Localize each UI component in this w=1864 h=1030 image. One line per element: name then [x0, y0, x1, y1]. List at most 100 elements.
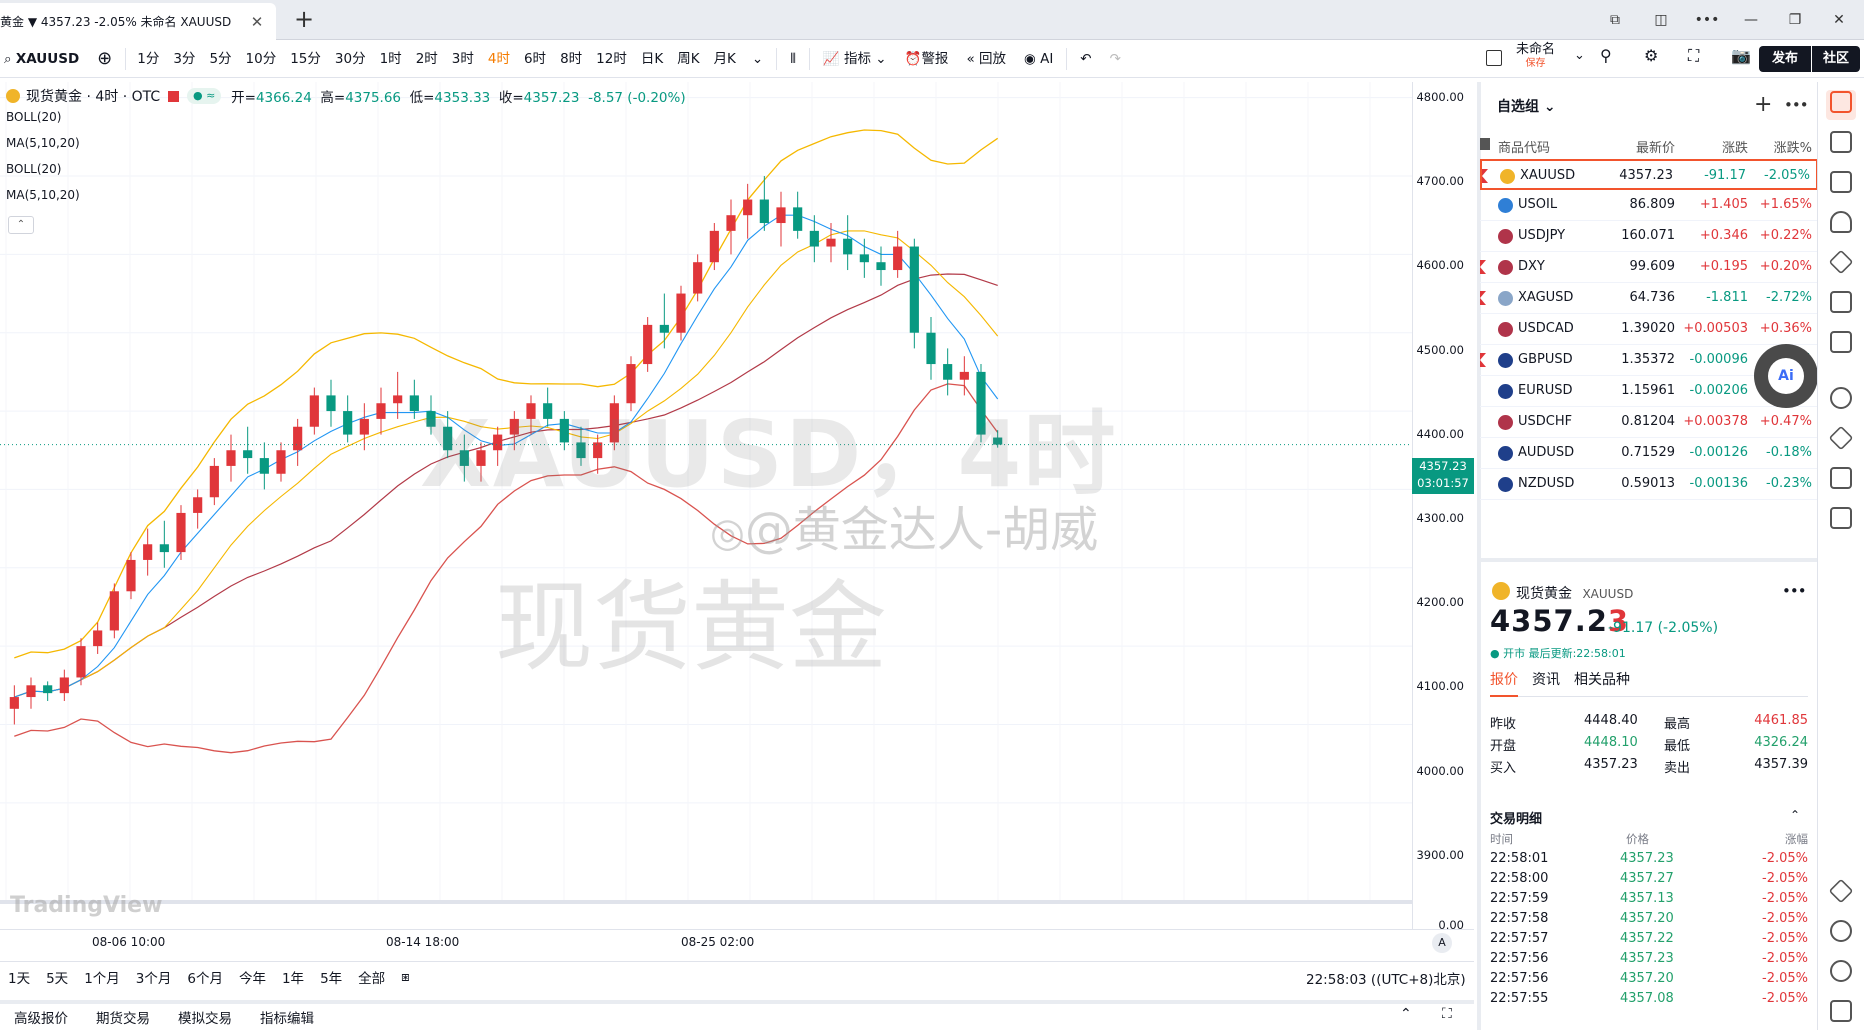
interval-button[interactable]: 5分 — [202, 40, 238, 78]
tab-news[interactable]: 资讯 — [1532, 669, 1560, 696]
screenshot-window-icon[interactable]: ⧉ — [1600, 8, 1630, 32]
range-button[interactable]: 全部 — [350, 967, 393, 987]
watchlist-row[interactable]: USDCHF 0.81204 +0.00378 +0.47% — [1480, 407, 1818, 438]
col-change[interactable]: 涨跌 — [1722, 137, 1748, 156]
col-symbol[interactable]: 商品代码 — [1498, 137, 1550, 156]
watchlist-side-icon[interactable] — [1830, 91, 1852, 113]
interval-button[interactable]: 周K — [670, 40, 706, 78]
flag-icon[interactable] — [1480, 353, 1486, 367]
ai-button[interactable]: ◉ AI — [1015, 40, 1062, 78]
col-last[interactable]: 最新价 — [1636, 137, 1675, 156]
price-axis[interactable]: 4800.00 4700.00 4600.00 4500.00 4400.00 4300.… — [1412, 82, 1474, 932]
watchlist-row[interactable]: NZDUSD 0.59013 -0.00136 -0.23% — [1480, 469, 1818, 500]
timezone-clock[interactable]: 22:58:03 ((UTC+8)北京) — [1306, 968, 1466, 988]
undo-icon[interactable]: ↶ — [1071, 40, 1100, 78]
grid-icon[interactable] — [1830, 467, 1852, 489]
interval-button[interactable]: 30分 — [328, 40, 373, 78]
add-symbol-icon[interactable]: + — [1754, 92, 1772, 117]
publish-button[interactable]: 发布 — [1759, 46, 1811, 72]
interval-dropdown-icon[interactable]: ⌄ — [743, 40, 772, 78]
interval-button[interactable]: 3时 — [445, 40, 481, 78]
flag-icon[interactable] — [1480, 291, 1486, 305]
col-change-pct[interactable]: 涨跌% — [1774, 137, 1812, 156]
goto-date-icon[interactable]: ⧆ — [393, 969, 418, 985]
compare-plus-icon[interactable]: ⊕ — [88, 40, 121, 78]
watchlist-row[interactable]: DXY 99.609 +0.195 +0.20% — [1480, 252, 1818, 283]
interval-button[interactable]: 3分 — [166, 40, 202, 78]
watchlist-row[interactable]: USDCAD 1.39020 +0.00503 +0.36% — [1480, 314, 1818, 345]
interval-button[interactable]: 6时 — [517, 40, 553, 78]
redo-icon[interactable]: ↷ — [1101, 40, 1130, 78]
tab-quote[interactable]: 报价 — [1490, 669, 1518, 697]
watchlist-title[interactable]: 自选组 ⌄ — [1497, 96, 1556, 116]
indicator-label[interactable]: MA(5,10,20) — [6, 136, 80, 150]
watchlist-row[interactable]: USOIL 86.809 +1.405 +1.65% — [1480, 190, 1818, 221]
interval-button[interactable]: 15分 — [283, 40, 328, 78]
more-window-icon[interactable]: ••• — [1692, 8, 1722, 32]
tree-icon[interactable] — [1830, 507, 1852, 529]
detail-more-icon[interactable]: ••• — [1782, 582, 1807, 600]
alerts-bell-icon[interactable] — [1830, 211, 1852, 233]
range-button[interactable]: 1年 — [274, 967, 312, 987]
bottom-tab-futures[interactable]: 期货交易 — [82, 1007, 164, 1027]
layout-window-icon[interactable]: ◫ — [1646, 8, 1676, 32]
range-button[interactable]: 5天 — [38, 967, 76, 987]
camera-icon[interactable]: 📷 — [1731, 46, 1751, 65]
chat-icon[interactable] — [1830, 331, 1852, 353]
range-button[interactable]: 5年 — [312, 967, 350, 987]
inbox-icon[interactable] — [1830, 1000, 1852, 1022]
settings-gear-icon[interactable]: ⚙ — [1644, 46, 1658, 65]
help-icon[interactable] — [1830, 960, 1852, 982]
layout-dropdown-icon[interactable]: ⌄ — [1574, 48, 1585, 63]
interval-button[interactable]: 2时 — [409, 40, 445, 78]
quick-search-icon[interactable]: ⚲ — [1600, 46, 1612, 65]
indicators-button[interactable]: 📈 指标 ⌄ — [814, 40, 896, 78]
range-button[interactable]: 今年 — [231, 967, 274, 987]
replay-button[interactable]: « 回放 — [957, 40, 1015, 78]
range-button[interactable]: 6个月 — [179, 967, 231, 987]
watchlist-more-icon[interactable]: ••• — [1784, 96, 1809, 114]
flag-icon[interactable] — [1482, 169, 1488, 183]
fullscreen-toggle-icon[interactable] — [1486, 50, 1502, 66]
interval-button[interactable]: 8时 — [553, 40, 589, 78]
range-button[interactable]: 3个月 — [128, 967, 180, 987]
collapse-indicators-icon[interactable]: ⌃ — [8, 216, 34, 234]
community-button[interactable]: 社区 — [1812, 46, 1860, 72]
video-icon[interactable] — [1830, 291, 1852, 313]
interval-button[interactable]: 月K — [707, 40, 743, 78]
bottom-tab-paper-trading[interactable]: 模拟交易 — [164, 1007, 246, 1027]
interval-button[interactable]: 12时 — [589, 40, 634, 78]
indicator-label[interactable]: BOLL(20) — [6, 110, 61, 124]
panel-divider[interactable] — [1480, 558, 1818, 562]
layout-name-button[interactable]: 未命名 保存 — [1516, 43, 1555, 71]
flag-icon[interactable] — [1480, 260, 1486, 274]
minimize-window-icon[interactable]: — — [1736, 8, 1766, 32]
range-button[interactable]: 1个月 — [76, 967, 128, 987]
watchlist-row[interactable]: XAUUSD 4357.23 -91.17 -2.05% — [1480, 159, 1818, 190]
bottom-tab-advanced-quote[interactable]: 高级报价 — [0, 1007, 82, 1027]
symbol-search-button[interactable]: ⌕ XAUUSD — [0, 40, 88, 78]
restore-window-icon[interactable]: ❐ — [1780, 8, 1810, 32]
time-axis[interactable]: 08-06 10:00 08-14 18:00 08-25 02:00 — [0, 929, 1474, 955]
chart-tab[interactable]: 黄金 ▼ 4357.23 -2.05% 未命名 XAUUSD ✕ — [0, 3, 276, 40]
interval-button[interactable]: 日K — [634, 40, 670, 78]
tab-related[interactable]: 相关品种 — [1574, 669, 1630, 696]
indicator-label[interactable]: MA(5,10,20) — [6, 188, 80, 202]
auto-scale-button[interactable]: A — [1432, 933, 1452, 953]
close-window-icon[interactable]: ✕ — [1824, 8, 1854, 32]
bottom-tab-indicator-editor[interactable]: 指标编辑 — [246, 1007, 328, 1027]
maximize-panel-icon[interactable]: ⛶ — [1442, 1006, 1452, 1022]
watchlist-row[interactable]: USDJPY 160.071 +0.346 +0.22% — [1480, 221, 1818, 252]
close-tab-icon[interactable]: ✕ — [248, 13, 266, 31]
range-button[interactable]: 1天 — [0, 967, 38, 987]
collapse-panel-icon[interactable]: ⌃ — [1400, 1006, 1412, 1022]
support-icon[interactable] — [1830, 920, 1852, 942]
indicator-label[interactable]: BOLL(20) — [6, 162, 61, 176]
watchlist-row[interactable]: AUDUSD 0.71529 -0.00126 -0.18% — [1480, 438, 1818, 469]
legend-flag-icon[interactable] — [168, 90, 180, 102]
interval-button[interactable]: 1时 — [373, 40, 409, 78]
fullscreen-icon[interactable]: ⛶ — [1688, 46, 1699, 66]
ai-assistant-button[interactable]: Ai — [1754, 344, 1818, 408]
candle-type-icon[interactable]: ⫴ — [781, 40, 805, 78]
interval-button[interactable]: 1分 — [130, 40, 166, 78]
